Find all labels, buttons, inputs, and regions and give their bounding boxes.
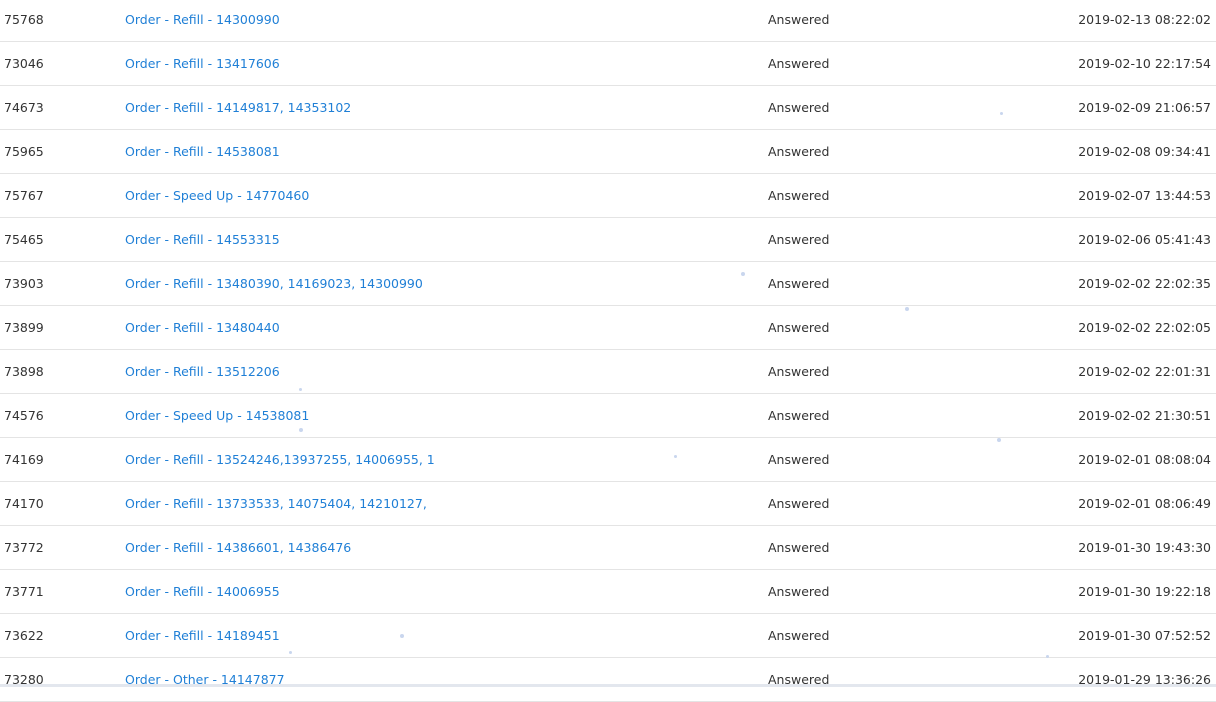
background-speck — [289, 651, 292, 654]
ticket-status: Answered — [768, 408, 830, 423]
table-row: 73903 Order - Refill - 13480390, 1416902… — [0, 262, 1216, 306]
background-speck — [997, 438, 1001, 442]
table-row: 75465 Order - Refill - 14553315 Answered… — [0, 218, 1216, 262]
table-row: 73898 Order - Refill - 13512206 Answered… — [0, 350, 1216, 394]
ticket-id: 73046 — [4, 56, 44, 71]
ticket-subject-link[interactable]: Order - Refill - 13480440 — [125, 320, 280, 335]
background-speck — [741, 272, 745, 276]
ticket-status: Answered — [768, 56, 830, 71]
ticket-date: 2019-01-30 19:43:30 — [1078, 540, 1211, 555]
ticket-id: 73903 — [4, 276, 44, 291]
ticket-date: 2019-02-13 08:22:02 — [1078, 12, 1211, 27]
ticket-subject-link[interactable]: Order - Refill - 14386601, 14386476 — [125, 540, 351, 555]
ticket-date: 2019-02-07 13:44:53 — [1078, 188, 1211, 203]
ticket-subject-link[interactable]: Order - Speed Up - 14538081 — [125, 408, 309, 423]
ticket-status: Answered — [768, 364, 830, 379]
ticket-subject-link[interactable]: Order - Refill - 14149817, 14353102 — [125, 100, 351, 115]
ticket-id: 74170 — [4, 496, 44, 511]
ticket-status: Answered — [768, 188, 830, 203]
table-row: 73772 Order - Refill - 14386601, 1438647… — [0, 526, 1216, 570]
background-speck — [674, 455, 677, 458]
table-row: 73622 Order - Refill - 14189451 Answered… — [0, 614, 1216, 658]
background-speck — [905, 307, 909, 311]
table-row: 75965 Order - Refill - 14538081 Answered… — [0, 130, 1216, 174]
table-row: 75768 Order - Refill - 14300990 Answered… — [0, 0, 1216, 42]
ticket-id: 74673 — [4, 100, 44, 115]
background-speck — [299, 388, 302, 391]
ticket-subject-link[interactable]: Order - Refill - 13512206 — [125, 364, 280, 379]
ticket-subject-link[interactable]: Order - Refill - 14300990 — [125, 12, 280, 27]
ticket-id: 75768 — [4, 12, 44, 27]
ticket-id: 73898 — [4, 364, 44, 379]
ticket-status: Answered — [768, 628, 830, 643]
ticket-status: Answered — [768, 540, 830, 555]
table-row: 73899 Order - Refill - 13480440 Answered… — [0, 306, 1216, 350]
background-speck — [400, 634, 404, 638]
ticket-status: Answered — [768, 320, 830, 335]
table-row: 74673 Order - Refill - 14149817, 1435310… — [0, 86, 1216, 130]
ticket-id: 73622 — [4, 628, 44, 643]
ticket-id: 75767 — [4, 188, 44, 203]
ticket-date: 2019-02-02 21:30:51 — [1078, 408, 1211, 423]
ticket-status: Answered — [768, 276, 830, 291]
ticket-id: 75965 — [4, 144, 44, 159]
ticket-date: 2019-02-02 22:01:31 — [1078, 364, 1211, 379]
ticket-status: Answered — [768, 452, 830, 467]
ticket-status: Answered — [768, 584, 830, 599]
background-speck — [1046, 655, 1049, 658]
table-row: 75767 Order - Speed Up - 14770460 Answer… — [0, 174, 1216, 218]
ticket-subject-link[interactable]: Order - Refill - 13417606 — [125, 56, 280, 71]
table-row: 74170 Order - Refill - 13733533, 1407540… — [0, 482, 1216, 526]
ticket-subject-link[interactable]: Order - Refill - 14006955 — [125, 584, 280, 599]
ticket-subject-link[interactable]: Order - Refill - 13733533, 14075404, 142… — [125, 496, 427, 511]
ticket-id: 73771 — [4, 584, 44, 599]
ticket-date: 2019-02-02 22:02:05 — [1078, 320, 1211, 335]
ticket-date: 2019-02-10 22:17:54 — [1078, 56, 1211, 71]
ticket-date: 2019-02-09 21:06:57 — [1078, 100, 1211, 115]
ticket-id: 74576 — [4, 408, 44, 423]
ticket-subject-link[interactable]: Order - Refill - 13524246,13937255, 1400… — [125, 452, 435, 467]
ticket-date: 2019-02-01 08:08:04 — [1078, 452, 1211, 467]
ticket-date: 2019-01-30 07:52:52 — [1078, 628, 1211, 643]
ticket-status: Answered — [768, 496, 830, 511]
ticket-subject-link[interactable]: Order - Speed Up - 14770460 — [125, 188, 309, 203]
tickets-table: 75768 Order - Refill - 14300990 Answered… — [0, 0, 1216, 702]
ticket-status: Answered — [768, 12, 830, 27]
ticket-subject-link[interactable]: Order - Refill - 13480390, 14169023, 143… — [125, 276, 423, 291]
ticket-date: 2019-02-02 22:02:35 — [1078, 276, 1211, 291]
table-row: 73280 Order - Other - 14147877 Answered … — [0, 658, 1216, 702]
ticket-id: 74169 — [4, 452, 44, 467]
ticket-subject-link[interactable]: Order - Refill - 14538081 — [125, 144, 280, 159]
ticket-date: 2019-02-08 09:34:41 — [1078, 144, 1211, 159]
ticket-status: Answered — [768, 232, 830, 247]
ticket-status: Answered — [768, 144, 830, 159]
ticket-subject-link[interactable]: Order - Refill - 14189451 — [125, 628, 280, 643]
ticket-date: 2019-02-06 05:41:43 — [1078, 232, 1211, 247]
table-row: 73046 Order - Refill - 13417606 Answered… — [0, 42, 1216, 86]
ticket-id: 73899 — [4, 320, 44, 335]
table-row: 73771 Order - Refill - 14006955 Answered… — [0, 570, 1216, 614]
table-row: 74576 Order - Speed Up - 14538081 Answer… — [0, 394, 1216, 438]
table-row: 74169 Order - Refill - 13524246,13937255… — [0, 438, 1216, 482]
ticket-status: Answered — [768, 100, 830, 115]
background-speck — [299, 428, 303, 432]
ticket-date: 2019-01-30 19:22:18 — [1078, 584, 1211, 599]
background-speck — [1000, 112, 1003, 115]
ticket-date: 2019-02-01 08:06:49 — [1078, 496, 1211, 511]
ticket-id: 73772 — [4, 540, 44, 555]
ticket-subject-link[interactable]: Order - Refill - 14553315 — [125, 232, 280, 247]
ticket-id: 75465 — [4, 232, 44, 247]
